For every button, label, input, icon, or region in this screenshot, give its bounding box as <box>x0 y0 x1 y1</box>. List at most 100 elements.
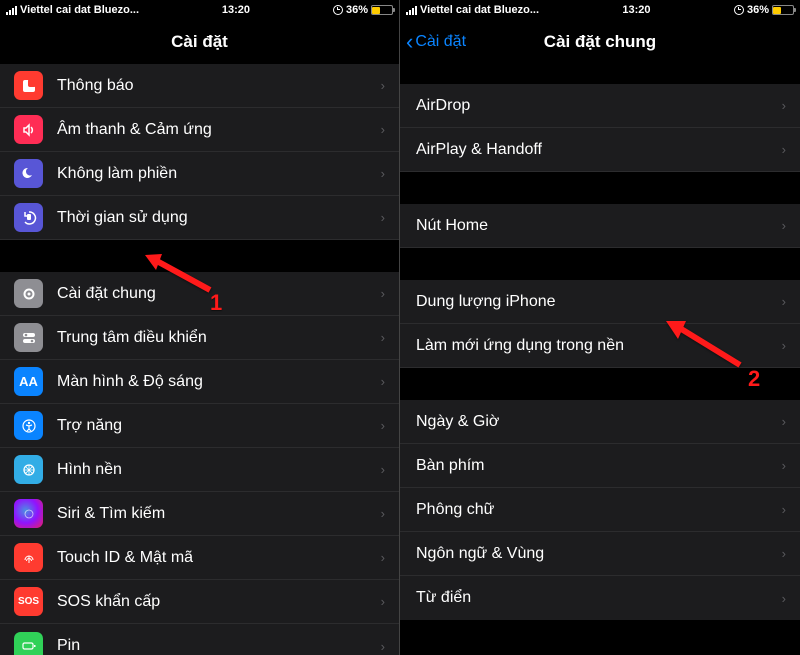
annotation-label-2: 2 <box>748 366 760 392</box>
row-label: Ngày & Giờ <box>416 413 782 431</box>
chevron-right-icon: › <box>782 142 786 157</box>
chevron-right-icon: › <box>381 550 385 565</box>
row-screentime[interactable]: Thời gian sử dụng › <box>0 196 399 240</box>
page-title: Cài đặt chung <box>544 32 656 52</box>
carrier-label: Viettel cai dat Bluezo... <box>420 4 539 16</box>
chevron-right-icon: › <box>782 338 786 353</box>
row-label: AirPlay & Handoff <box>416 141 782 159</box>
row-battery[interactable]: Pin › <box>0 624 399 655</box>
row-display[interactable]: AA Màn hình & Độ sáng › <box>0 360 399 404</box>
row-label: Pin <box>57 637 381 655</box>
chevron-right-icon: › <box>381 210 385 225</box>
row-label: Hình nền <box>57 461 381 479</box>
status-bar: Viettel cai dat Bluezo... 13:20 36% <box>0 0 399 20</box>
status-bar: Viettel cai dat Bluezo... 13:20 36% <box>400 0 800 20</box>
row-siri[interactable]: Siri & Tìm kiếm › <box>0 492 399 536</box>
row-label: Thời gian sử dụng <box>57 209 381 227</box>
chevron-right-icon: › <box>381 286 385 301</box>
battery-pct: 36% <box>747 4 769 16</box>
back-button[interactable]: ‹ Cài đặt <box>406 31 466 53</box>
row-label: Phông chữ <box>416 501 782 519</box>
battery-row-icon <box>14 632 43 655</box>
back-label: Cài đặt <box>415 33 466 51</box>
annotation-arrow-1 <box>140 250 220 300</box>
chevron-right-icon: › <box>381 122 385 137</box>
accessibility-icon <box>14 411 43 440</box>
chevron-right-icon: › <box>782 546 786 561</box>
row-sounds[interactable]: Âm thanh & Cảm ứng › <box>0 108 399 152</box>
chevron-right-icon: › <box>782 591 786 606</box>
alarm-icon <box>333 5 343 15</box>
row-wallpaper[interactable]: Hình nền › <box>0 448 399 492</box>
settings-body[interactable]: Thông báo › Âm thanh & Cảm ứng › Không l… <box>0 64 399 655</box>
row-label: Dung lượng iPhone <box>416 293 782 311</box>
row-label: Ngôn ngữ & Vùng <box>416 545 782 563</box>
row-label: Thông báo <box>57 77 381 95</box>
battery-icon <box>371 5 393 15</box>
sos-icon: SOS <box>14 587 43 616</box>
signal-bars-icon <box>6 5 17 15</box>
chevron-right-icon: › <box>381 462 385 477</box>
row-airplay[interactable]: AirPlay & Handoff › <box>400 128 800 172</box>
notifications-icon <box>14 71 43 100</box>
row-datetime[interactable]: Ngày & Giờ › <box>400 400 800 444</box>
time-label: 13:20 <box>222 4 250 16</box>
row-control-center[interactable]: Trung tâm điều khiển › <box>0 316 399 360</box>
row-label: AirDrop <box>416 97 782 115</box>
alarm-icon <box>734 5 744 15</box>
row-label: Âm thanh & Cảm ứng <box>57 121 381 139</box>
chevron-right-icon: › <box>782 294 786 309</box>
page-title: Cài đặt <box>171 32 228 52</box>
chevron-right-icon: › <box>381 166 385 181</box>
phone-settings: Viettel cai dat Bluezo... 13:20 36% Cài … <box>0 0 400 655</box>
annotation-label-1: 1 <box>210 290 222 316</box>
nav-bar: ‹ Cài đặt Cài đặt chung <box>400 20 800 64</box>
carrier-label: Viettel cai dat Bluezo... <box>20 4 139 16</box>
battery-icon <box>772 5 794 15</box>
row-language[interactable]: Ngôn ngữ & Vùng › <box>400 532 800 576</box>
chevron-right-icon: › <box>381 374 385 389</box>
wallpaper-icon <box>14 455 43 484</box>
chevron-left-icon: ‹ <box>406 31 413 53</box>
row-keyboard[interactable]: Bàn phím › <box>400 444 800 488</box>
dnd-icon <box>14 159 43 188</box>
chevron-right-icon: › <box>381 506 385 521</box>
chevron-right-icon: › <box>782 414 786 429</box>
chevron-right-icon: › <box>782 98 786 113</box>
row-accessibility[interactable]: Trợ năng › <box>0 404 399 448</box>
row-fonts[interactable]: Phông chữ › <box>400 488 800 532</box>
row-airdrop[interactable]: AirDrop › <box>400 84 800 128</box>
row-label: Nút Home <box>416 217 782 235</box>
fingerprint-icon <box>14 543 43 572</box>
gear-icon <box>14 279 43 308</box>
row-dictionary[interactable]: Từ điển › <box>400 576 800 620</box>
annotation-arrow-2 <box>660 315 750 375</box>
chevron-right-icon: › <box>782 458 786 473</box>
row-label: Từ điển <box>416 589 782 607</box>
row-touchid[interactable]: Touch ID & Mật mã › <box>0 536 399 580</box>
row-sos[interactable]: SOS SOS khẩn cấp › <box>0 580 399 624</box>
row-home-button[interactable]: Nút Home › <box>400 204 800 248</box>
display-icon: AA <box>14 367 43 396</box>
row-label: Bàn phím <box>416 457 782 475</box>
chevron-right-icon: › <box>782 218 786 233</box>
phone-general: Viettel cai dat Bluezo... 13:20 36% ‹ Cà… <box>400 0 800 655</box>
row-label: SOS khẩn cấp <box>57 593 381 611</box>
battery-pct: 36% <box>346 4 368 16</box>
signal-bars-icon <box>406 5 417 15</box>
toggles-icon <box>14 323 43 352</box>
chevron-right-icon: › <box>381 78 385 93</box>
chevron-right-icon: › <box>381 639 385 654</box>
row-dnd[interactable]: Không làm phiền › <box>0 152 399 196</box>
chevron-right-icon: › <box>381 418 385 433</box>
row-label: Touch ID & Mật mã <box>57 549 381 567</box>
row-label: Màn hình & Độ sáng <box>57 373 381 391</box>
nav-bar: Cài đặt <box>0 20 399 64</box>
row-label: Siri & Tìm kiếm <box>57 505 381 523</box>
sounds-icon <box>14 115 43 144</box>
row-notifications[interactable]: Thông báo › <box>0 64 399 108</box>
row-label: Không làm phiền <box>57 165 381 183</box>
time-label: 13:20 <box>622 4 650 16</box>
chevron-right-icon: › <box>381 594 385 609</box>
row-label: Trợ năng <box>57 417 381 435</box>
